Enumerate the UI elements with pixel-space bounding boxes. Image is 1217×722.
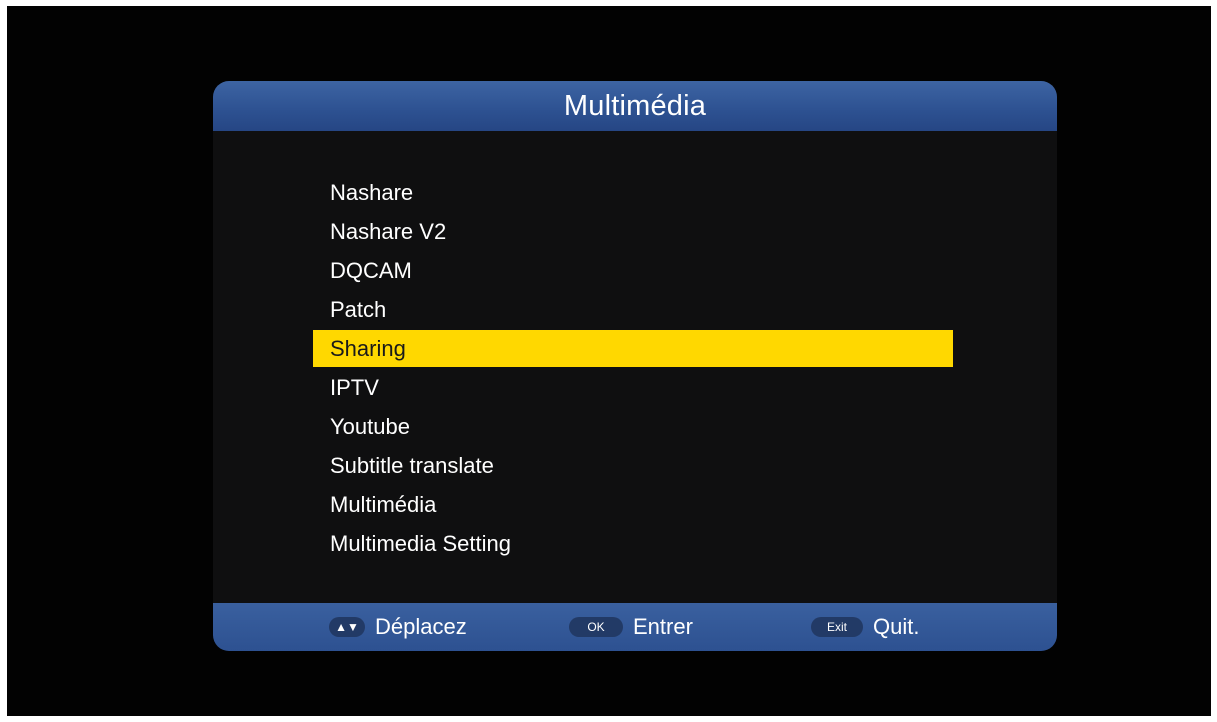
exit-key-badge: Exit [811, 617, 863, 637]
menu-item-label: Youtube [330, 414, 410, 439]
menu-item-multimedia[interactable]: Multimédia [213, 485, 1057, 524]
menu-item-dqcam[interactable]: DQCAM [213, 251, 1057, 290]
menu-item-multimedia-setting[interactable]: Multimedia Setting [213, 524, 1057, 563]
key-hint-bar: ▲▼ Déplacez OK Entrer Exit Quit. [213, 603, 1057, 651]
ok-hint: OK Entrer [569, 603, 693, 651]
menu-item-label: Nashare [330, 180, 414, 205]
menu-item-label: IPTV [330, 375, 379, 400]
move-hint-label: Déplacez [375, 614, 467, 639]
tv-screen: Multimédia Nashare Nashare V2 DQCAM Patc… [7, 6, 1211, 716]
dialog-header: Multimédia [213, 81, 1057, 131]
menu-item-iptv[interactable]: IPTV [213, 368, 1057, 407]
ok-hint-label: Entrer [633, 614, 693, 639]
menu-item-nashare[interactable]: Nashare [213, 173, 1057, 212]
exit-hint-label: Quit. [873, 614, 920, 639]
ok-key-badge: OK [569, 617, 623, 637]
menu-item-label: Multimedia Setting [330, 531, 511, 556]
menu-item-label: Nashare V2 [330, 219, 447, 244]
menu-item-label: DQCAM [330, 258, 412, 283]
up-down-arrows-icon: ▲▼ [329, 617, 365, 637]
menu-item-youtube[interactable]: Youtube [213, 407, 1057, 446]
exit-hint: Exit Quit. [811, 603, 919, 651]
menu-list: Nashare Nashare V2 DQCAM Patch Sharing I… [213, 173, 1057, 563]
menu-item-sharing[interactable]: Sharing [213, 329, 1057, 368]
dialog-title: Multimédia [563, 89, 707, 122]
multimedia-dialog: Multimédia Nashare Nashare V2 DQCAM Patc… [213, 81, 1057, 651]
menu-item-label: Patch [330, 297, 387, 322]
menu-item-label: Multimédia [330, 492, 437, 517]
menu-item-nashare-v2[interactable]: Nashare V2 [213, 212, 1057, 251]
move-hint: ▲▼ Déplacez [329, 603, 467, 651]
menu-item-label: Subtitle translate [330, 453, 494, 478]
menu-item-subtitle-translate[interactable]: Subtitle translate [213, 446, 1057, 485]
menu-item-patch[interactable]: Patch [213, 290, 1057, 329]
menu-item-label: Sharing [330, 336, 406, 361]
